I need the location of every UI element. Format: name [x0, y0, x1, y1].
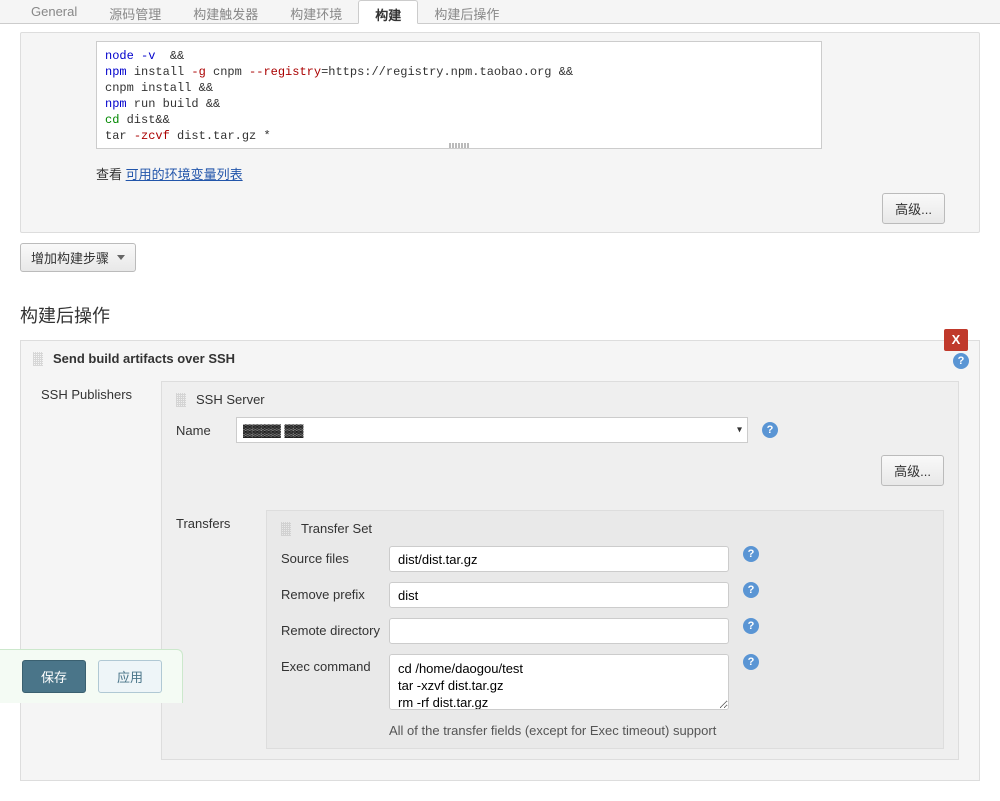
ssh-publishers-label: SSH Publishers: [41, 381, 161, 402]
save-bar: 保存 应用: [0, 649, 183, 703]
post-build-section: X Send build artifacts over SSH ? SSH Pu…: [20, 340, 980, 781]
add-build-step-button[interactable]: 增加构建步骤: [20, 243, 136, 272]
source-files-input[interactable]: [389, 546, 729, 572]
help-icon[interactable]: ?: [743, 582, 759, 598]
exec-command-textarea[interactable]: [389, 654, 729, 710]
tab-build[interactable]: 构建: [358, 0, 418, 24]
advanced-button[interactable]: 高级...: [882, 193, 945, 224]
help-icon[interactable]: ?: [743, 546, 759, 562]
tab-post[interactable]: 构建后操作: [418, 0, 515, 23]
tab-scm[interactable]: 源码管理: [93, 0, 177, 23]
help-icon[interactable]: ?: [743, 618, 759, 634]
help-icon[interactable]: ?: [743, 654, 759, 670]
tab-env[interactable]: 构建环境: [274, 0, 358, 23]
env-vars-link[interactable]: 可用的环境变量列表: [126, 167, 243, 182]
config-tabs: General 源码管理 构建触发器 构建环境 构建 构建后操作: [0, 0, 1000, 24]
source-files-label: Source files: [281, 546, 389, 566]
remote-directory-input[interactable]: [389, 618, 729, 644]
build-section: node -v && npm install -g cnpm --registr…: [20, 32, 980, 233]
transfer-set-block: Transfer Set Source files ?: [266, 510, 944, 749]
tab-trigger[interactable]: 构建触发器: [177, 0, 274, 23]
help-icon[interactable]: ?: [762, 422, 778, 438]
ssh-section-title: Send build artifacts over SSH: [53, 351, 235, 366]
resize-grip[interactable]: [449, 143, 469, 148]
save-button[interactable]: 保存: [22, 660, 86, 693]
remove-prefix-label: Remove prefix: [281, 582, 389, 602]
ssh-advanced-button[interactable]: 高级...: [881, 455, 944, 486]
ssh-server-block: SSH Server Name ▓▓▓▓ ▓▓ ▾ ?: [161, 381, 959, 760]
remove-prefix-input[interactable]: [389, 582, 729, 608]
exec-command-label: Exec command: [281, 654, 389, 674]
transfer-hint: All of the transfer fields (except for E…: [389, 723, 929, 738]
remote-directory-label: Remote directory: [281, 618, 389, 638]
drag-handle-icon[interactable]: [176, 393, 186, 407]
chevron-down-icon: [117, 255, 125, 260]
drag-handle-icon[interactable]: [33, 352, 43, 366]
tab-general[interactable]: General: [15, 0, 93, 23]
post-build-heading: 构建后操作: [20, 302, 980, 328]
apply-button[interactable]: 应用: [98, 660, 162, 693]
help-icon[interactable]: ?: [953, 353, 969, 369]
ssh-name-label: Name: [176, 423, 236, 438]
ssh-server-title: SSH Server: [196, 392, 265, 407]
transfers-label: Transfers: [176, 510, 266, 531]
drag-handle-icon[interactable]: [281, 522, 291, 536]
ssh-name-select[interactable]: ▓▓▓▓ ▓▓: [236, 417, 748, 443]
env-vars-hint: 查看 可用的环境变量列表: [96, 164, 969, 183]
transfer-set-title: Transfer Set: [301, 521, 372, 536]
shell-command-editor[interactable]: node -v && npm install -g cnpm --registr…: [96, 41, 822, 149]
